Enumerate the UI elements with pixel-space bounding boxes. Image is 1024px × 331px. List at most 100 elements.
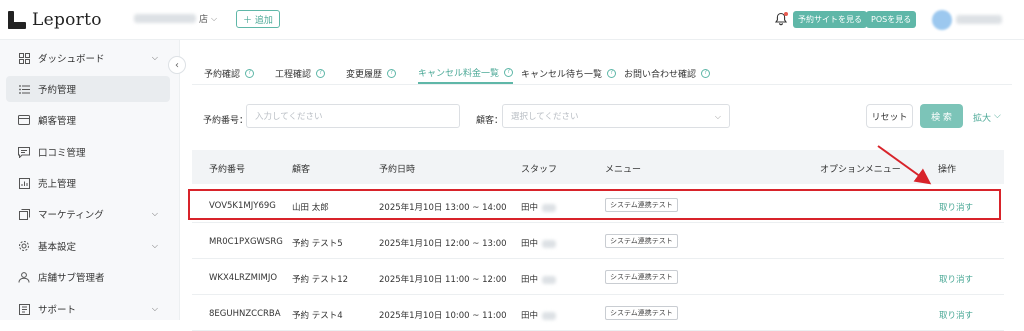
sidebar-item-settings[interactable]: 基本設定 ⌵ xyxy=(6,233,170,259)
sidebar-item-label: ダッシュボード xyxy=(38,54,105,65)
staff-cell: 田中 xyxy=(521,273,557,285)
highlight-box xyxy=(188,189,1001,220)
marketing-icon xyxy=(18,208,30,220)
store-selector[interactable]: 店 ⌵ xyxy=(134,12,217,25)
tab-label: お問い合わせ確認 xyxy=(624,69,697,80)
staff-cell: 田中 xyxy=(521,309,557,321)
chevron-down-icon: ⌵ xyxy=(151,209,158,218)
table-row: 8EGUHNZCCRBA 予約 テスト4 2025年1月10日 10:00 ~ … xyxy=(192,295,1004,331)
chevron-down-icon: ⌵ xyxy=(151,53,158,62)
expand-toggle[interactable]: 拡大 ⌵ xyxy=(973,111,1001,124)
customer-select-placeholder: 選択してください xyxy=(511,112,579,122)
reservation-number-input[interactable]: 入力してください xyxy=(246,104,460,128)
tab-inquiries[interactable]: お問い合わせ確認? xyxy=(624,62,711,84)
staff-cell: 田中 xyxy=(521,237,557,249)
chevron-down-icon: ⌵ xyxy=(151,241,158,250)
view-pos-button[interactable]: POSを見る xyxy=(866,11,917,28)
chevron-down-icon: ⌵ xyxy=(151,304,158,313)
customer-name: 予約 テスト12 xyxy=(292,275,349,285)
column-header-reservation-number: 予約番号 xyxy=(209,165,246,175)
sidebar-item-marketing[interactable]: マーケティング ⌵ xyxy=(6,201,170,227)
reservation-id: WKX4LRZMIMJO xyxy=(209,273,278,283)
tab-label: 変更履歴 xyxy=(346,69,383,80)
chevron-down-icon: ⌵ xyxy=(994,111,1001,121)
card-icon xyxy=(18,114,30,126)
tab-reservation-check[interactable]: 予約確認? xyxy=(204,62,255,84)
column-header-option-menu: オプションメニュー xyxy=(820,165,901,175)
chevron-down-icon: ⌵ xyxy=(211,13,218,23)
customer-name: 予約 テスト5 xyxy=(292,239,343,249)
sidebar-item-sub-admins[interactable]: 店舗サブ管理者 xyxy=(6,264,170,290)
user-icon xyxy=(18,271,30,283)
sidebar-item-customers[interactable]: 顧客管理 xyxy=(6,107,170,133)
dashboard-icon xyxy=(18,52,30,64)
search-button[interactable]: 検 索 xyxy=(920,104,963,128)
tab-bar: 予約確認? 工程確認? 変更履歴? キャンセル料金一覧? キャンセル待ち一覧? … xyxy=(192,52,1012,85)
chevron-down-icon: ⌵ xyxy=(714,112,721,121)
help-icon[interactable]: ? xyxy=(701,68,711,78)
bell-icon[interactable] xyxy=(774,12,788,26)
staff-name: 田中 xyxy=(521,275,539,285)
cancel-action-link[interactable]: 取り消す xyxy=(939,273,973,285)
sidebar-item-reviews[interactable]: 口コミ管理 xyxy=(6,139,170,165)
view-reservation-site-button[interactable]: 予約サイトを見る xyxy=(793,11,867,28)
help-icon[interactable]: ? xyxy=(316,68,326,78)
column-header-customer: 顧客 xyxy=(292,165,311,175)
collapse-sidebar-button[interactable]: ‹ xyxy=(168,56,186,74)
sidebar-item-label: 口コミ管理 xyxy=(38,148,86,159)
table-row: MR0C1PXGWSRG 予約 テスト5 2025年1月10日 12:00 ~ … xyxy=(192,223,1004,259)
logo-icon xyxy=(8,11,26,29)
customer-select[interactable]: 選択してください ⌵ xyxy=(502,104,730,128)
chevron-left-icon: ‹ xyxy=(175,59,179,71)
chart-icon xyxy=(18,177,30,189)
gear-icon xyxy=(18,240,30,252)
reservation-datetime: 2025年1月10日 11:00 ~ 12:00 xyxy=(379,275,507,285)
column-header-actions: 操作 xyxy=(938,165,957,175)
store-suffix: 店 xyxy=(199,15,209,25)
help-icon[interactable]: ? xyxy=(504,67,514,77)
tab-label: 予約確認 xyxy=(204,69,241,80)
add-button[interactable]: ＋ 追加 xyxy=(236,10,280,28)
reservation-number-label: 予約番号： xyxy=(203,116,249,126)
sidebar-item-label: マーケティング xyxy=(38,210,104,221)
sidebar-item-label: サポート xyxy=(38,305,77,316)
sidebar-item-reservations[interactable]: 予約管理 xyxy=(6,76,170,102)
sidebar-item-sales[interactable]: 売上管理 xyxy=(6,170,170,196)
help-icon[interactable]: ? xyxy=(245,68,255,78)
tab-waitlist[interactable]: キャンセル待ち一覧? xyxy=(521,62,617,84)
help-icon[interactable]: ? xyxy=(387,68,397,78)
store-name-redacted xyxy=(134,14,196,23)
tab-change-history[interactable]: 変更履歴? xyxy=(346,62,397,84)
staff-name: 田中 xyxy=(521,239,539,249)
user-name-redacted[interactable] xyxy=(956,15,1002,24)
sidebar-item-label: 店舗サブ管理者 xyxy=(38,273,105,284)
reservation-datetime: 2025年1月10日 12:00 ~ 13:00 xyxy=(379,239,507,249)
menu-tag: システム連携テスト xyxy=(605,270,678,284)
sidebar: ダッシュボード ⌵ 予約管理 顧客管理 口コミ管理 売上管理 マーケティング ⌵… xyxy=(0,40,180,320)
sidebar-item-dashboard[interactable]: ダッシュボード ⌵ xyxy=(6,45,170,71)
staff-name-redacted xyxy=(542,239,557,248)
tab-label: 工程確認 xyxy=(275,69,312,80)
customer-name: 予約 テスト4 xyxy=(292,311,343,321)
help-icon[interactable]: ? xyxy=(607,68,617,78)
comment-icon xyxy=(18,146,30,158)
sidebar-item-support[interactable]: サポート ⌵ xyxy=(6,296,170,322)
staff-name-redacted xyxy=(542,311,557,320)
logo-text: Leporto xyxy=(32,10,102,30)
table-header: 予約番号 顧客 予約日時 スタッフ メニュー オプションメニュー 操作 xyxy=(192,150,1004,184)
sidebar-item-label: 売上管理 xyxy=(38,179,77,190)
sidebar-item-label: 基本設定 xyxy=(38,242,77,253)
customer-label: 顧客： xyxy=(476,116,504,126)
cancel-action-link[interactable]: 取り消す xyxy=(939,309,973,321)
tab-process-check[interactable]: 工程確認? xyxy=(275,62,326,84)
column-header-menu: メニュー xyxy=(605,165,642,175)
notification-dot xyxy=(784,12,788,16)
logo[interactable]: Leporto xyxy=(8,10,102,30)
sidebar-item-label: 予約管理 xyxy=(38,85,77,96)
reservation-id: MR0C1PXGWSRG xyxy=(209,237,283,247)
reset-button[interactable]: リセット xyxy=(866,104,913,128)
staff-name-redacted xyxy=(542,275,557,284)
reservation-datetime: 2025年1月10日 10:00 ~ 11:00 xyxy=(379,311,507,321)
avatar[interactable] xyxy=(932,10,952,30)
tab-cancellation-fees[interactable]: キャンセル料金一覧? xyxy=(418,62,514,84)
